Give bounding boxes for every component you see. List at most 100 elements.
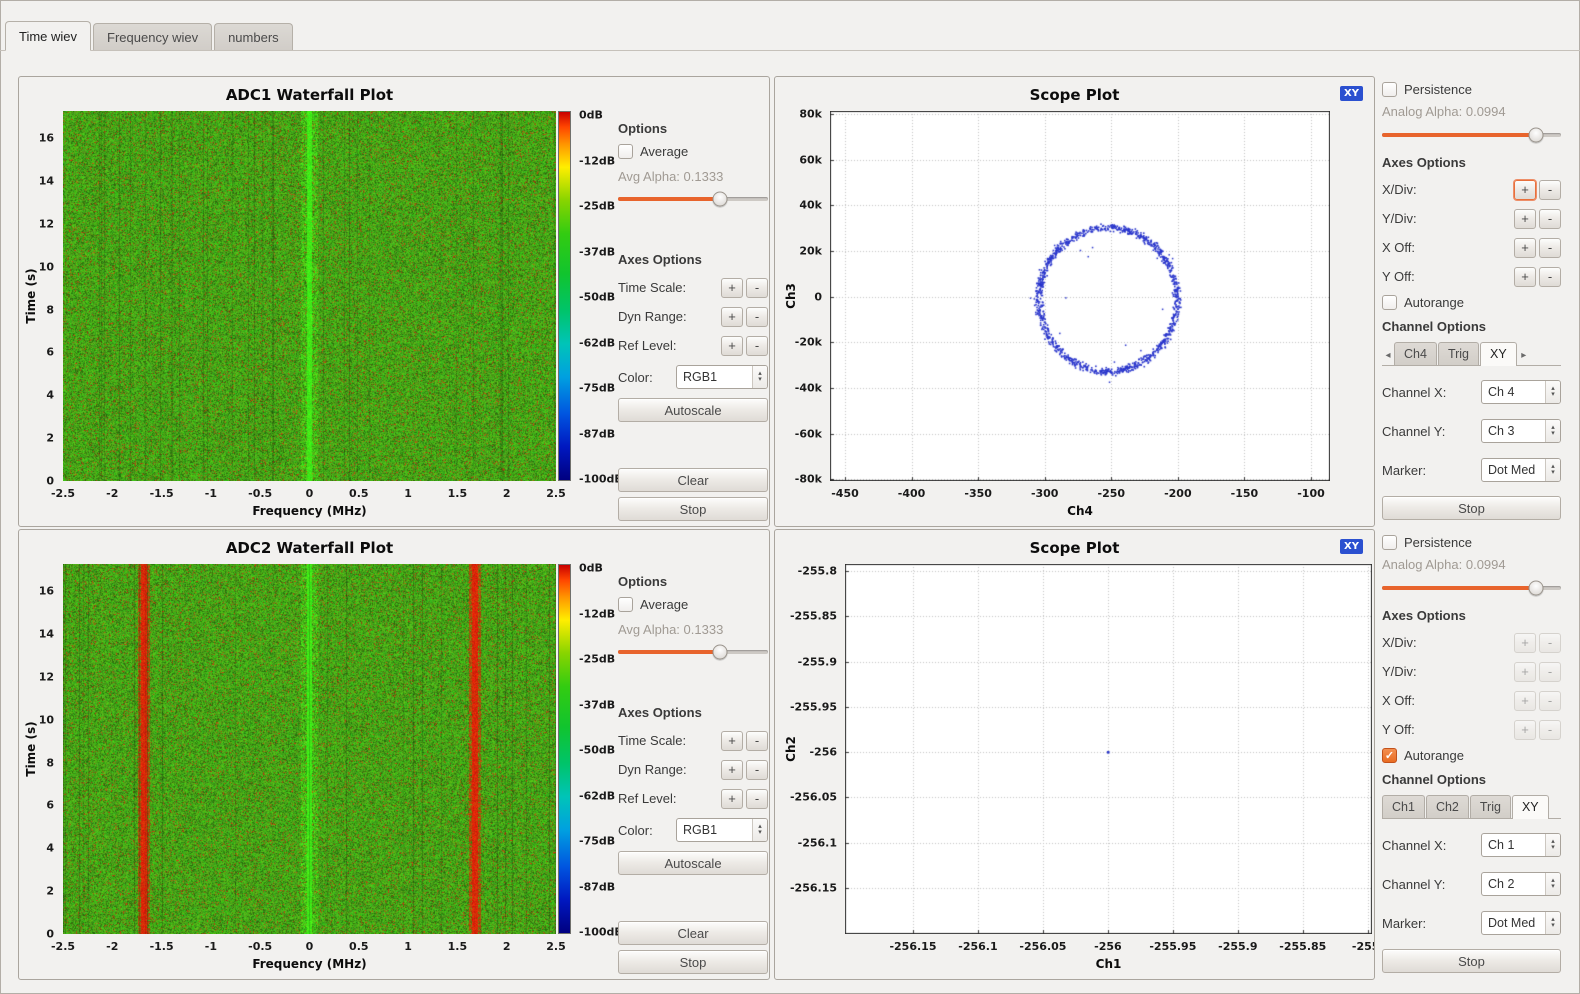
tab-scroll-right-icon[interactable]: ▸ bbox=[1518, 345, 1530, 365]
x-div-row: X/Div: + - bbox=[1382, 632, 1561, 653]
persistence-checkbox[interactable] bbox=[1382, 535, 1397, 550]
color-spinbox[interactable]: RGB1 ▴ ▾ bbox=[676, 365, 768, 389]
stop-button[interactable]: Stop bbox=[1382, 496, 1561, 520]
channel-tab-ch2[interactable]: Ch2 bbox=[1426, 795, 1469, 818]
spinner-arrows[interactable]: ▴ ▾ bbox=[752, 366, 767, 388]
spinner-arrows[interactable]: ▴ ▾ bbox=[1545, 420, 1560, 442]
dyn-range-plus-button[interactable]: + bbox=[721, 760, 743, 780]
channel-tab-ch4[interactable]: Ch4 bbox=[1394, 342, 1437, 365]
dyn-range-minus-button[interactable]: - bbox=[746, 760, 768, 780]
autorange-checkbox[interactable] bbox=[1382, 295, 1397, 310]
persistence-checkbox-row[interactable]: Persistence bbox=[1382, 535, 1561, 550]
marker-spinbox[interactable]: Dot Med ▴ ▾ bbox=[1481, 458, 1561, 482]
time-scale-plus-button[interactable]: + bbox=[721, 278, 743, 298]
channel-tab-trig[interactable]: Trig bbox=[1470, 795, 1511, 818]
tab-frequency-view[interactable]: Frequency wiev bbox=[93, 23, 212, 50]
clear-button[interactable]: Clear bbox=[618, 468, 768, 492]
spin-down-icon[interactable]: ▾ bbox=[1551, 845, 1555, 851]
persistence-checkbox[interactable] bbox=[1382, 82, 1397, 97]
average-checkbox-row[interactable]: Average bbox=[618, 597, 768, 612]
tick-label: -256.1 bbox=[958, 940, 997, 953]
x-off-plus-button[interactable]: + bbox=[1514, 691, 1536, 711]
clear-button[interactable]: Clear bbox=[618, 921, 768, 945]
slider-handle[interactable] bbox=[713, 192, 728, 207]
average-checkbox[interactable] bbox=[618, 144, 633, 159]
average-checkbox-row[interactable]: Average bbox=[618, 144, 768, 159]
spin-down-icon[interactable]: ▾ bbox=[1551, 392, 1555, 398]
ref-level-plus-button[interactable]: + bbox=[721, 336, 743, 356]
persistence-checkbox-row[interactable]: Persistence bbox=[1382, 82, 1561, 97]
autorange-checkbox-row[interactable]: ✓ Autorange bbox=[1382, 748, 1561, 763]
autoscale-button[interactable]: Autoscale bbox=[618, 398, 768, 422]
channel-y-spinbox[interactable]: Ch 2 ▴ ▾ bbox=[1481, 872, 1561, 896]
channel-tab-trig[interactable]: Trig bbox=[1438, 342, 1479, 365]
x-div-minus-button[interactable]: - bbox=[1539, 180, 1561, 200]
spin-down-icon[interactable]: ▾ bbox=[758, 830, 762, 836]
slider-handle[interactable] bbox=[1528, 581, 1543, 596]
spinner-arrows[interactable]: ▴ ▾ bbox=[1545, 381, 1560, 403]
analog-alpha-slider[interactable] bbox=[1382, 127, 1561, 142]
time-scale-minus-button[interactable]: - bbox=[746, 278, 768, 298]
color-spinbox[interactable]: RGB1 ▴ ▾ bbox=[676, 818, 768, 842]
y-div-minus-button[interactable]: - bbox=[1539, 662, 1561, 682]
spin-down-icon[interactable]: ▾ bbox=[1551, 470, 1555, 476]
autorange-checkbox[interactable]: ✓ bbox=[1382, 748, 1397, 763]
x-off-plus-button[interactable]: + bbox=[1514, 238, 1536, 258]
ref-level-plus-button[interactable]: + bbox=[721, 789, 743, 809]
avg-alpha-slider[interactable] bbox=[618, 644, 768, 659]
y-div-plus-button[interactable]: + bbox=[1514, 662, 1536, 682]
ref-level-minus-button[interactable]: - bbox=[746, 336, 768, 356]
channel-x-spinbox[interactable]: Ch 1 ▴ ▾ bbox=[1481, 833, 1561, 857]
scope-bottom-canvas[interactable] bbox=[845, 564, 1372, 934]
adc1-waterfall-canvas[interactable] bbox=[63, 111, 556, 481]
stop-button[interactable]: Stop bbox=[618, 497, 768, 521]
spinner-arrows[interactable]: ▴ ▾ bbox=[752, 819, 767, 841]
autorange-checkbox-row[interactable]: Autorange bbox=[1382, 295, 1561, 310]
time-scale-minus-button[interactable]: - bbox=[746, 731, 768, 751]
channel-tab-xy[interactable]: XY bbox=[1512, 795, 1549, 819]
y-off-plus-button[interactable]: + bbox=[1514, 267, 1536, 287]
x-div-plus-button[interactable]: + bbox=[1514, 180, 1536, 200]
time-scale-plus-button[interactable]: + bbox=[721, 731, 743, 751]
spinner-arrows[interactable]: ▴ ▾ bbox=[1545, 912, 1560, 934]
analog-alpha-slider[interactable] bbox=[1382, 580, 1561, 595]
channel-x-spinbox[interactable]: Ch 4 ▴ ▾ bbox=[1481, 380, 1561, 404]
y-div-plus-button[interactable]: + bbox=[1514, 209, 1536, 229]
y-off-plus-button[interactable]: + bbox=[1514, 720, 1536, 740]
channel-y-label: Channel Y: bbox=[1382, 877, 1481, 892]
tab-time-view[interactable]: Time wiev bbox=[5, 21, 91, 51]
stop-button[interactable]: Stop bbox=[1382, 949, 1561, 973]
y-off-minus-button[interactable]: - bbox=[1539, 267, 1561, 287]
adc2-waterfall-canvas[interactable] bbox=[63, 564, 556, 934]
average-checkbox[interactable] bbox=[618, 597, 633, 612]
ref-level-minus-button[interactable]: - bbox=[746, 789, 768, 809]
spin-down-icon[interactable]: ▾ bbox=[1551, 431, 1555, 437]
marker-spinbox[interactable]: Dot Med ▴ ▾ bbox=[1481, 911, 1561, 935]
spin-down-icon[interactable]: ▾ bbox=[758, 377, 762, 383]
autoscale-button[interactable]: Autoscale bbox=[618, 851, 768, 875]
tick-label: -256.05 bbox=[1019, 940, 1066, 953]
x-div-plus-button[interactable]: + bbox=[1514, 633, 1536, 653]
y-div-minus-button[interactable]: - bbox=[1539, 209, 1561, 229]
tab-numbers[interactable]: numbers bbox=[214, 23, 293, 50]
spin-down-icon[interactable]: ▾ bbox=[1551, 923, 1555, 929]
dyn-range-minus-button[interactable]: - bbox=[746, 307, 768, 327]
spin-down-icon[interactable]: ▾ bbox=[1551, 884, 1555, 890]
x-off-minus-button[interactable]: - bbox=[1539, 238, 1561, 258]
stop-button[interactable]: Stop bbox=[618, 950, 768, 974]
y-off-minus-button[interactable]: - bbox=[1539, 720, 1561, 740]
spinner-arrows[interactable]: ▴ ▾ bbox=[1545, 834, 1560, 856]
channel-tab-xy[interactable]: XY bbox=[1480, 342, 1517, 366]
tab-scroll-left-icon[interactable]: ◂ bbox=[1382, 345, 1394, 365]
slider-handle[interactable] bbox=[713, 645, 728, 660]
channel-y-spinbox[interactable]: Ch 3 ▴ ▾ bbox=[1481, 419, 1561, 443]
slider-handle[interactable] bbox=[1528, 128, 1543, 143]
channel-tab-ch1[interactable]: Ch1 bbox=[1382, 795, 1425, 818]
spinner-arrows[interactable]: ▴ ▾ bbox=[1545, 459, 1560, 481]
scope-top-canvas[interactable] bbox=[830, 111, 1330, 481]
x-off-minus-button[interactable]: - bbox=[1539, 691, 1561, 711]
avg-alpha-slider[interactable] bbox=[618, 191, 768, 206]
spinner-arrows[interactable]: ▴ ▾ bbox=[1545, 873, 1560, 895]
dyn-range-plus-button[interactable]: + bbox=[721, 307, 743, 327]
x-div-minus-button[interactable]: - bbox=[1539, 633, 1561, 653]
